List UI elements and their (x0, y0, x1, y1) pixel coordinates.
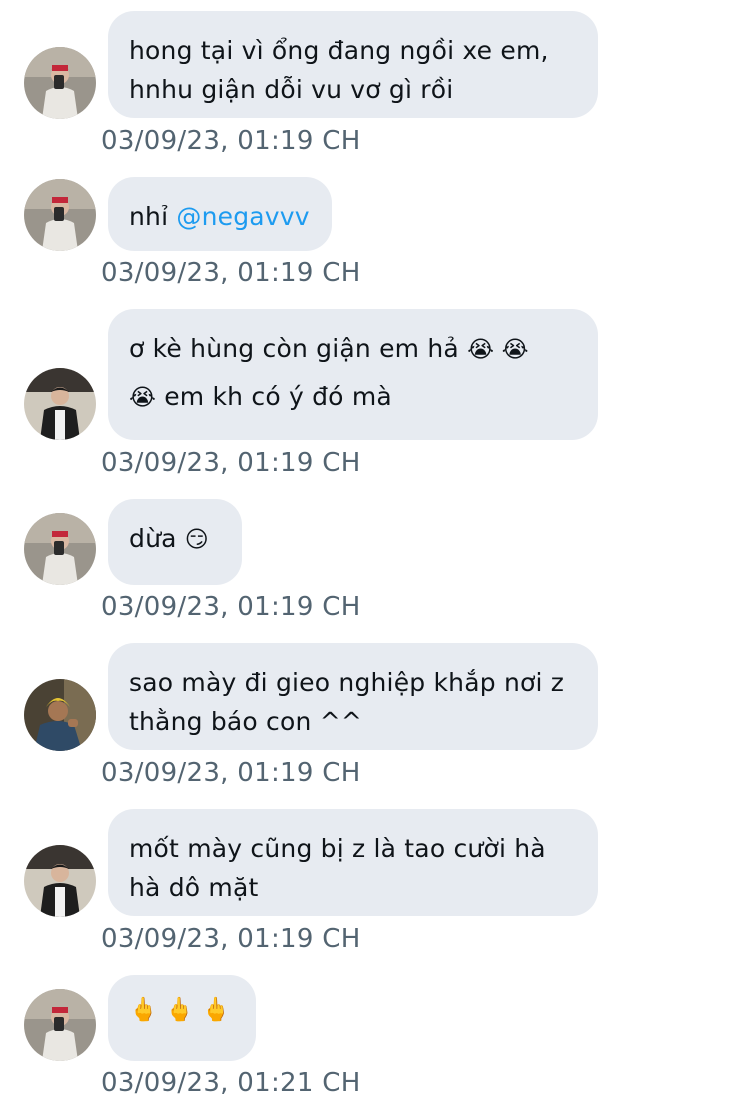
avatar-red-cap[interactable] (24, 513, 96, 585)
message-line: 😭 em kh có ý đó mà (129, 377, 578, 416)
loudly-crying-emoji-icon: 😭 😭 (467, 337, 529, 363)
avatar-red-cap[interactable] (24, 989, 96, 1061)
smirking-face-emoji-icon: 😏 (184, 527, 209, 553)
avatar-red-cap-photo (24, 513, 96, 585)
message-bubble[interactable]: ơ kè hùng còn giận em hả 😭 😭 😭 em kh có … (108, 309, 598, 440)
message-line: thằng báo con ^^ (129, 707, 362, 736)
middle-finger-emoji-icon: 🖕 🖕 🖕 (129, 997, 231, 1023)
message-line: nhỉ @negavvv (129, 197, 312, 236)
message-text: dừa (129, 524, 185, 553)
avatar-dark-jacket-photo (24, 368, 96, 440)
avatar-dark-jacket[interactable] (24, 368, 96, 440)
message-timestamp: 03/09/23, 01:21 CH (101, 1068, 361, 1098)
message-bubble[interactable]: nhỉ @negavvv (108, 177, 332, 251)
avatar-dark-jacket-photo (24, 845, 96, 917)
message-line: dừa 😏 (129, 519, 222, 558)
message-line: hong tại vì ổng đang ngồi xe em, (129, 36, 549, 65)
message-bubble[interactable]: sao mày đi gieo nghiệp khắp nơi z thằng … (108, 643, 598, 750)
message-timestamp: 03/09/23, 01:19 CH (101, 924, 361, 954)
mention-link[interactable]: @negavvv (176, 202, 309, 231)
avatar-red-cap-photo (24, 47, 96, 119)
message-line: hà dô mặt (129, 873, 259, 902)
message-bubble[interactable]: dừa 😏 (108, 499, 242, 585)
message-bubble[interactable]: 🖕 🖕 🖕 (108, 975, 256, 1061)
avatar-yellow-hair[interactable] (24, 679, 96, 751)
message-timestamp: 03/09/23, 01:19 CH (101, 448, 361, 478)
message-line: hnhu giận dỗi vu vơ gì rồi (129, 75, 454, 104)
message-line: sao mày đi gieo nghiệp khắp nơi z (129, 668, 565, 697)
message-timestamp: 03/09/23, 01:19 CH (101, 758, 361, 788)
avatar-red-cap[interactable] (24, 179, 96, 251)
message-timestamp: 03/09/23, 01:19 CH (101, 592, 361, 622)
message-text: ơ kè hùng còn giận em hả (129, 334, 468, 363)
message-bubble[interactable]: mốt mày cũng bị z là tao cười hà hà dô m… (108, 809, 598, 916)
message-timestamp: 03/09/23, 01:19 CH (101, 258, 361, 288)
message-line: ơ kè hùng còn giận em hả 😭 😭 (129, 329, 578, 377)
avatar-yellow-hair-photo (24, 679, 96, 751)
message-thread: hong tại vì ổng đang ngồi xe em, hnhu gi… (0, 0, 750, 1103)
avatar-red-cap-photo (24, 989, 96, 1061)
avatar-dark-jacket[interactable] (24, 845, 96, 917)
avatar-red-cap-photo (24, 179, 96, 251)
message-line: mốt mày cũng bị z là tao cười hà (129, 834, 546, 863)
avatar-red-cap[interactable] (24, 47, 96, 119)
message-bubble[interactable]: hong tại vì ổng đang ngồi xe em, hnhu gi… (108, 11, 598, 118)
message-text: nhỉ (129, 202, 177, 231)
message-text: em kh có ý đó mà (156, 382, 392, 411)
loudly-crying-emoji-icon: 😭 (129, 385, 157, 411)
message-timestamp: 03/09/23, 01:19 CH (101, 126, 361, 156)
